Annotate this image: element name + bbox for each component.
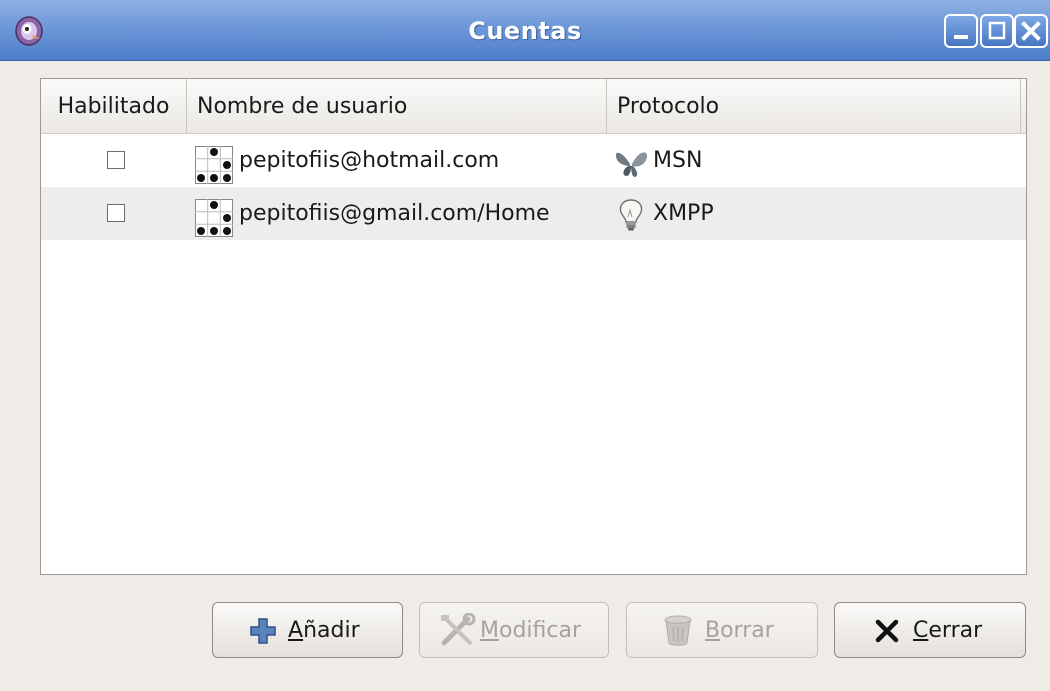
account-username: pepitofiis@gmail.com/Home xyxy=(239,201,550,226)
minimize-icon xyxy=(954,35,968,39)
account-row[interactable]: pepitofiis@hotmail.com MSN xyxy=(41,134,1026,187)
trash-icon xyxy=(664,615,692,646)
x-icon xyxy=(875,619,899,643)
tools-icon xyxy=(441,613,476,646)
column-header-username[interactable]: Nombre de usuario xyxy=(187,79,607,133)
plus-icon xyxy=(250,618,276,644)
modify-button[interactable]: Modificar xyxy=(419,602,609,658)
delete-button-label: Borrar xyxy=(705,618,774,643)
close-button-label: Cerrar xyxy=(913,618,983,643)
xmpp-lightbulb-icon xyxy=(619,199,643,231)
maximize-button[interactable] xyxy=(980,14,1014,48)
modify-button-label: Modificar xyxy=(480,618,582,643)
account-protocol: MSN xyxy=(653,148,703,173)
close-icon xyxy=(1021,21,1041,41)
accounts-window: Cuentas Habilitado Nombre de usuario Pro… xyxy=(0,0,1050,691)
minimize-button[interactable] xyxy=(944,14,978,48)
delete-button[interactable]: Borrar xyxy=(626,602,818,658)
maximize-icon xyxy=(988,21,1006,40)
buddy-icon xyxy=(195,199,233,237)
enabled-checkbox[interactable] xyxy=(107,204,125,222)
close-window-button[interactable] xyxy=(1014,14,1048,48)
close-button[interactable]: Cerrar xyxy=(834,602,1026,658)
column-header-protocol[interactable]: Protocolo xyxy=(607,79,1021,133)
add-button[interactable]: Añadir xyxy=(212,602,403,658)
enabled-checkbox[interactable] xyxy=(107,151,125,169)
msn-butterfly-icon xyxy=(615,152,648,177)
accounts-list[interactable]: Habilitado Nombre de usuario Protocolo p… xyxy=(40,78,1027,575)
column-header-enabled[interactable]: Habilitado xyxy=(41,79,187,133)
account-protocol: XMPP xyxy=(653,201,714,226)
buddy-icon xyxy=(195,146,233,184)
account-username: pepitofiis@hotmail.com xyxy=(239,148,500,173)
account-row[interactable]: pepitofiis@gmail.com/Home XMPP xyxy=(41,187,1026,240)
window-title: Cuentas xyxy=(468,17,582,45)
title-bar[interactable]: Cuentas xyxy=(0,0,1050,61)
list-header: Habilitado Nombre de usuario Protocolo xyxy=(41,79,1026,134)
add-button-label: Añadir xyxy=(288,618,360,643)
